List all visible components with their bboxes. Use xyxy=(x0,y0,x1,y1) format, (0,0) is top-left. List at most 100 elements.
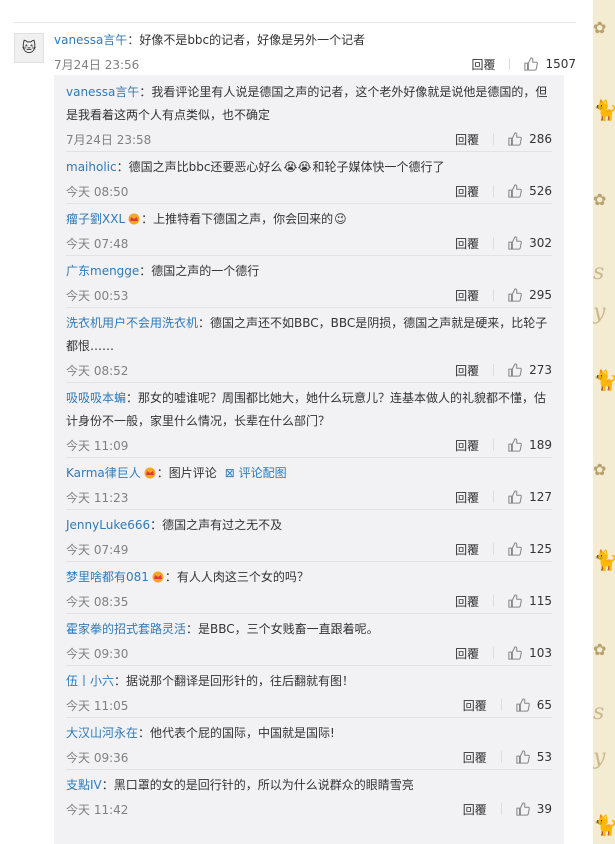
like-count: 53 xyxy=(536,750,552,764)
comment-text: vanessa言午：好像不是bbc的记者，好像是另外一个记者 xyxy=(54,29,576,52)
divider xyxy=(493,439,495,451)
like-button[interactable]: 53 xyxy=(516,750,552,764)
background-wallpaper: ✿ 🐈 ✿ s y 🐈 ✿ 🐈 ✿ s y 🐈 xyxy=(593,0,615,844)
reply-button[interactable]: 回覆 xyxy=(455,437,479,454)
reply-actions: 回覆 189 xyxy=(455,437,552,454)
reply-button[interactable]: 回覆 xyxy=(463,697,487,714)
reply-button[interactable]: 回覆 xyxy=(455,645,479,662)
like-count: 103 xyxy=(529,646,552,660)
reply-list: vanessa言午：我看评论里有人说是德国之声的记者，这个老外好像就是说他是德国… xyxy=(54,75,564,844)
like-count: 39 xyxy=(536,802,552,816)
reply-item: 伍丨小六：据说那个翻译是回形针的，往后翻就有图！ 今天 11:05 回覆 65 xyxy=(66,666,552,718)
reply-username[interactable]: Karma律巨人 xyxy=(66,466,141,480)
reply-button[interactable]: 回覆 xyxy=(455,235,479,252)
like-button[interactable]: 189 xyxy=(508,438,552,452)
thumbs-up-icon xyxy=(508,646,522,660)
thumbs-up-icon xyxy=(508,542,522,556)
reply-username[interactable]: JennyLuke666 xyxy=(66,518,150,532)
reply-footer: 今天 09:30 回覆 103 xyxy=(66,641,552,665)
reply-username[interactable]: 吸吸吸本蝙 xyxy=(66,391,126,405)
reply-text: 吸吸吸本蝙：那女的嘘谁呢？周围都比她大，她什么玩意儿？连基本做人的礼貌都不懂，估… xyxy=(66,387,552,433)
reply-button[interactable]: 回覆 xyxy=(455,131,479,148)
script-decoration: s xyxy=(593,260,605,285)
vip-crown-icon xyxy=(128,213,140,225)
like-count: 65 xyxy=(536,698,552,712)
reply-username[interactable]: 瘤子劉XXL xyxy=(66,212,125,226)
reply-button[interactable]: 回覆 xyxy=(455,593,479,610)
image-icon: ⊠ xyxy=(224,466,239,480)
reply-button[interactable]: 回覆 xyxy=(455,489,479,506)
divider xyxy=(14,22,576,23)
reply-actions: 回覆 115 xyxy=(455,593,552,610)
reply-body: ：图片评论 xyxy=(156,466,217,480)
avatar[interactable]: 🐱 xyxy=(14,33,44,63)
reply-footer: 今天 07:49 回覆 125 xyxy=(66,537,552,561)
reply-button[interactable]: 回覆 xyxy=(463,801,487,818)
reply-item: 梦里啥都有081 ：有人人肉这三个女的吗？ 今天 08:35 回覆 115 xyxy=(66,562,552,614)
like-button[interactable]: 127 xyxy=(508,490,552,504)
reply-text: 大汉山河永在：他代表个屁的国际，中国就是国际! xyxy=(66,722,552,745)
like-button[interactable]: 115 xyxy=(508,594,552,608)
reply-button[interactable]: 回覆 xyxy=(455,362,479,379)
like-button[interactable]: 103 xyxy=(508,646,552,660)
reply-footer: 今天 11:05 回覆 65 xyxy=(66,693,552,717)
reply-button[interactable]: 回覆 xyxy=(455,287,479,304)
reply-footer: 今天 11:23 回覆 127 xyxy=(66,485,552,509)
script-decoration: s xyxy=(593,700,605,725)
like-button[interactable]: 125 xyxy=(508,542,552,556)
reply-actions: 回覆 53 xyxy=(463,749,552,766)
ribbon-decoration: ✿ xyxy=(593,18,607,37)
like-button[interactable]: 286 xyxy=(508,132,552,146)
cat-decoration: 🐈 xyxy=(593,98,615,122)
reply-username[interactable]: 广东mengge xyxy=(66,264,139,278)
script-decoration: y xyxy=(593,300,606,325)
cat-decoration: 🐈 xyxy=(593,548,615,572)
like-button[interactable]: 65 xyxy=(516,698,552,712)
reply-time: 今天 08:35 xyxy=(66,594,129,609)
reply-username[interactable]: 梦里啥都有081 xyxy=(66,570,149,584)
reply-button[interactable]: 回覆 xyxy=(463,749,487,766)
like-button[interactable]: 526 xyxy=(508,184,552,198)
reply-button[interactable]: 回覆 xyxy=(455,183,479,200)
vip-crown-icon xyxy=(144,467,156,479)
reply-actions: 回覆 273 xyxy=(455,362,552,379)
reply-username[interactable]: 伍丨小六 xyxy=(66,674,114,688)
reply-body: ：有人人肉这三个女的吗？ xyxy=(164,570,309,584)
reply-text: 支點IV：黑口罩的女的是回行针的，所以为什么说群众的眼睛雪亮 xyxy=(66,774,552,797)
reply-button[interactable]: 回覆 xyxy=(471,56,495,73)
reply-username[interactable]: 洗衣机用户不会用洗衣机 xyxy=(66,316,198,330)
reply-username[interactable]: 霍家拳的招式套路灵活 xyxy=(66,622,186,636)
comment-time: 7月24日 23:56 xyxy=(54,57,140,72)
reply-item: vanessa言午：我看评论里有人说是德国之声的记者，这个老外好像就是说他是德国… xyxy=(66,77,552,152)
reply-body: ：德国之声比bbc还要恶心好么 xyxy=(116,160,283,174)
reply-time: 今天 11:05 xyxy=(66,698,129,713)
reply-item: 吸吸吸本蝙：那女的嘘谁呢？周围都比她大，她什么玩意儿？连基本做人的礼貌都不懂，估… xyxy=(66,383,552,458)
thumbs-up-icon xyxy=(524,57,539,71)
comment-actions: 回覆 1507 xyxy=(471,56,576,73)
like-button[interactable]: 295 xyxy=(508,288,552,302)
avatar-glyph: 🐱 xyxy=(21,40,37,56)
like-button[interactable]: 39 xyxy=(516,802,552,816)
comment-username[interactable]: vanessa言午 xyxy=(54,33,127,47)
reply-actions: 回覆 125 xyxy=(455,541,552,558)
reply-footer: 今天 08:35 回覆 115 xyxy=(66,589,552,613)
divider xyxy=(493,595,495,607)
thumbs-up-icon xyxy=(508,236,522,250)
reply-text: 洗衣机用户不会用洗衣机：德国之声还不如BBC，BBC是阴损，德国之声就是硬来，比… xyxy=(66,312,552,358)
reply-username[interactable]: maiholic xyxy=(66,160,117,174)
reply-username[interactable]: vanessa言午 xyxy=(66,85,139,99)
like-button[interactable]: 273 xyxy=(508,363,552,377)
reply-body: ：德国之声的一个德行 xyxy=(139,264,260,278)
reply-time: 今天 11:23 xyxy=(66,490,129,505)
like-button[interactable]: 1507 xyxy=(524,57,576,71)
comment-image-label: 评论配图 xyxy=(238,466,287,480)
reply-username[interactable]: 支點IV xyxy=(66,778,102,792)
like-button[interactable]: 302 xyxy=(508,236,552,250)
comment-panel: 🐱 vanessa言午：好像不是bbc的记者，好像是另外一个记者 7月24日 2… xyxy=(0,0,576,844)
reply-body: ：是BBC，三个女贱畜一直跟着呢。 xyxy=(186,622,379,636)
comment-image-link[interactable]: ⊠ 评论配图 xyxy=(225,466,287,480)
reply-item: 支點IV：黑口罩的女的是回行针的，所以为什么说群众的眼睛雪亮 今天 11:42 回覆… xyxy=(66,770,552,821)
reply-username[interactable]: 大汉山河永在 xyxy=(66,726,138,740)
reply-button[interactable]: 回覆 xyxy=(455,541,479,558)
vip-crown-icon xyxy=(152,571,164,583)
